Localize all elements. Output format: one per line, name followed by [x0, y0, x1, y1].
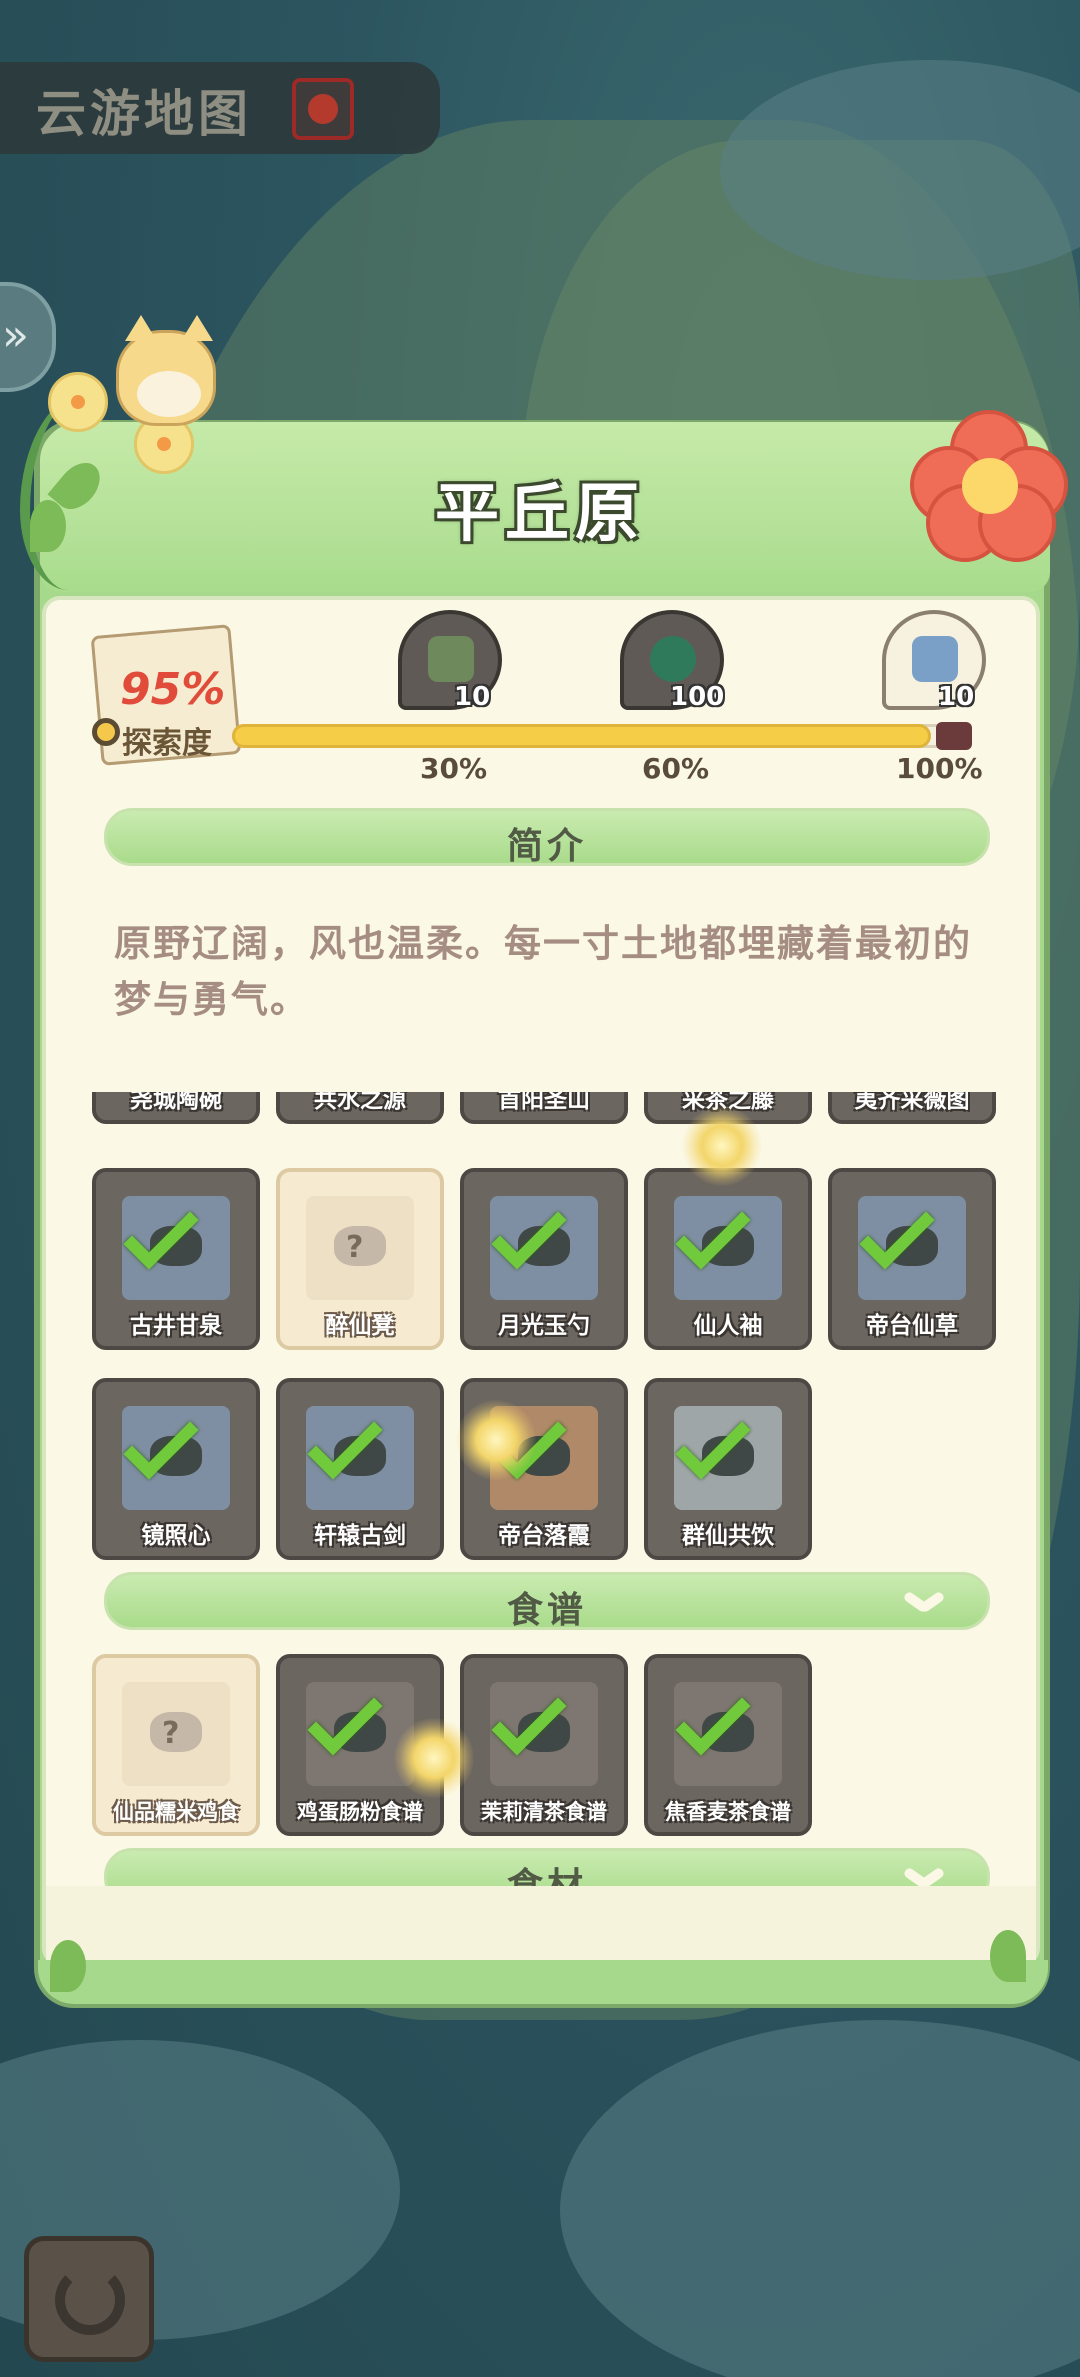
cat-mascot-icon: [116, 315, 216, 426]
recipes-header-label: 食谱: [506, 1590, 587, 1631]
milestone-reward-60[interactable]: 100: [620, 610, 724, 720]
supply-crate-icon: [428, 636, 474, 682]
exploration-label: 探索度: [122, 726, 212, 761]
collection-scroll-area[interactable]: 尧城陶碗 共水之源 首阳圣山 采茶之藤 夷齐采薇图 古井甘泉 ? 醉仙凳 月光玉…: [42, 1092, 1040, 1892]
reward-count: 10: [454, 682, 491, 712]
milestone-label: 30%: [420, 752, 488, 785]
return-arrow-icon: [55, 2265, 125, 2335]
jade-coin-icon: [650, 636, 696, 682]
exploration-percent: 95%: [120, 664, 226, 715]
yellow-flower-icon: [48, 372, 108, 432]
collection-item[interactable]: 古井甘泉: [92, 1168, 260, 1350]
sparkle-effect: [682, 1106, 762, 1186]
map-title: 云游地图: [36, 84, 252, 143]
sparkle-effect: [394, 1718, 474, 1798]
recipes-header[interactable]: 食谱: [104, 1572, 990, 1631]
question-mark-icon: ?: [346, 1230, 364, 1265]
red-flower-icon: [910, 410, 1070, 562]
recipe-item[interactable]: 茉莉清茶食谱: [460, 1654, 628, 1836]
return-button[interactable]: [24, 2236, 154, 2362]
collection-item[interactable]: 轩辕古剑: [276, 1378, 444, 1560]
question-mark-icon: ?: [162, 1716, 180, 1751]
seal-stamp-icon: [292, 78, 354, 140]
double-chevron-right-icon: »: [2, 310, 29, 361]
scroll-gift-icon: [912, 636, 958, 682]
collection-item[interactable]: 夷齐采薇图: [828, 1092, 996, 1124]
milestone-reward-100[interactable]: 10: [882, 610, 986, 720]
collection-item[interactable]: 仙人袖: [644, 1168, 812, 1350]
intro-text: 原野辽阔，风也温柔。每一寸土地都埋藏着最初的梦与勇气。: [114, 922, 972, 1021]
collection-item-locked[interactable]: ? 醉仙凳: [276, 1168, 444, 1350]
panel-footer-strip: [46, 1886, 1036, 1966]
sparkle-effect: [456, 1400, 536, 1480]
reward-count: 10: [938, 682, 975, 712]
reward-count: 100: [670, 682, 725, 712]
collection-item[interactable]: 尧城陶碗: [92, 1092, 260, 1124]
intro-header-label: 简介: [506, 826, 587, 867]
intro-header: 简介: [104, 808, 990, 867]
grass-decoration: [990, 1930, 1026, 1982]
magnifier-icon: [92, 718, 120, 746]
exploration-progress-fill: [232, 724, 931, 748]
collection-item[interactable]: 首阳圣山: [460, 1092, 628, 1124]
collection-item[interactable]: 月光玉勺: [460, 1168, 628, 1350]
cloud-decoration: [560, 2020, 1080, 2377]
collection-item[interactable]: 镜照心: [92, 1378, 260, 1560]
milestone-label: 100%: [896, 752, 983, 785]
panel-bottom-border: [38, 1960, 1048, 2004]
progress-end-cap: [936, 722, 972, 750]
grass-decoration: [50, 1940, 86, 1992]
recipe-item-locked[interactable]: ? 仙品糯米鸡食: [92, 1654, 260, 1836]
milestone-label: 60%: [642, 752, 710, 785]
recipe-item[interactable]: 焦香麦茶食谱: [644, 1654, 812, 1836]
collection-item[interactable]: 共水之源: [276, 1092, 444, 1124]
collection-item[interactable]: 群仙共饮: [644, 1378, 812, 1560]
collection-item[interactable]: 帝台仙草: [828, 1168, 996, 1350]
chevron-down-icon[interactable]: [903, 1589, 945, 1615]
milestone-reward-30[interactable]: 10: [398, 610, 502, 720]
leaf-decoration: [30, 500, 66, 552]
